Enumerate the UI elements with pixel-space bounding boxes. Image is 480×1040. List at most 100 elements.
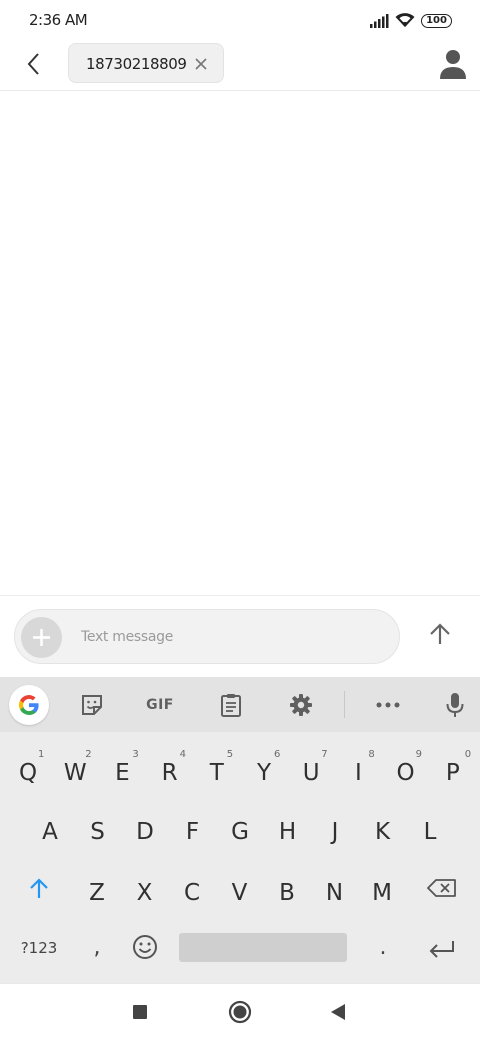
google-icon[interactable] <box>9 685 49 725</box>
comma-key[interactable]: , <box>80 929 114 967</box>
message-input[interactable]: Text message <box>14 609 400 664</box>
circle-glyph <box>228 1000 252 1024</box>
enter-key[interactable] <box>420 929 464 969</box>
key-label: J <box>331 819 339 845</box>
key-b[interactable]: B <box>267 866 307 920</box>
recipient-chip[interactable]: 18730218809 <box>68 43 224 83</box>
key-label: X <box>136 880 153 906</box>
key-label: F <box>185 819 200 845</box>
key-i[interactable]: I8 <box>338 746 378 800</box>
key-n[interactable]: N <box>315 866 355 920</box>
sticker-icon[interactable] <box>72 685 112 725</box>
toolbar-divider <box>344 691 345 718</box>
key-o[interactable]: O9 <box>386 746 426 800</box>
key-p[interactable]: P0 <box>433 746 473 800</box>
key-d[interactable]: D <box>125 805 165 859</box>
back-triangle-icon[interactable] <box>323 997 353 1027</box>
conversation-header: 18730218809 <box>0 40 480 91</box>
key-number-hint: 8 <box>368 749 375 760</box>
key-l[interactable]: L <box>410 805 450 859</box>
key-label: N <box>325 880 344 906</box>
microphone-glyph <box>446 693 464 717</box>
key-w[interactable]: W2 <box>55 746 95 800</box>
gear-glyph <box>290 694 312 716</box>
gear-icon[interactable] <box>281 685 321 725</box>
key-f[interactable]: F <box>173 805 213 859</box>
signal-icon <box>370 14 389 28</box>
key-number-hint: 3 <box>132 749 139 760</box>
gif-button[interactable]: GIF <box>140 685 180 725</box>
key-label: M <box>372 880 392 906</box>
key-a[interactable]: A <box>30 805 70 859</box>
status-bar: 2:36 AM 100 <box>0 0 480 40</box>
key-u[interactable]: U7 <box>291 746 331 800</box>
message-placeholder: Text message <box>81 629 174 645</box>
period-key[interactable]: . <box>366 929 400 967</box>
key-z[interactable]: Z <box>77 866 117 920</box>
key-v[interactable]: V <box>220 866 260 920</box>
back-button[interactable] <box>16 46 52 82</box>
key-label: P <box>445 760 460 786</box>
status-time: 2:36 AM <box>29 11 88 29</box>
key-label: D <box>136 819 154 845</box>
more-dots-glyph <box>376 702 400 708</box>
microphone-icon[interactable] <box>435 685 475 725</box>
key-label: I <box>354 760 362 786</box>
key-g[interactable]: G <box>220 805 260 859</box>
key-number-hint: 6 <box>274 749 281 760</box>
key-label: E <box>115 760 130 786</box>
key-s[interactable]: S <box>78 805 118 859</box>
backspace-key[interactable] <box>420 868 464 908</box>
key-m[interactable]: M <box>362 866 402 920</box>
attach-button[interactable] <box>21 617 62 658</box>
recents-square-icon[interactable] <box>125 997 155 1027</box>
key-label: O <box>396 760 415 786</box>
person-icon[interactable] <box>438 48 468 80</box>
key-number-hint: 1 <box>38 749 45 760</box>
system-nav-bar <box>0 983 480 1040</box>
backspace-icon <box>427 879 456 897</box>
key-label: T <box>209 760 224 786</box>
key-number-hint: 9 <box>415 749 422 760</box>
key-r[interactable]: R4 <box>150 746 190 800</box>
google-g-icon <box>18 695 39 715</box>
enter-icon <box>429 941 454 958</box>
key-label: B <box>279 880 295 906</box>
key-label: C <box>183 880 201 906</box>
key-t[interactable]: T5 <box>197 746 237 800</box>
key-label: U <box>302 760 320 786</box>
battery-level: 100 <box>426 15 447 26</box>
compose-divider <box>0 595 480 596</box>
keyboard-toolbar: GIF <box>0 677 480 732</box>
shift-key[interactable] <box>19 868 59 908</box>
close-icon[interactable] <box>193 56 209 72</box>
key-x[interactable]: X <box>125 866 165 920</box>
key-j[interactable]: J <box>315 805 355 859</box>
emoji-icon <box>133 935 157 959</box>
key-label: V <box>231 880 248 906</box>
sticker-glyph <box>82 695 102 715</box>
key-label: W <box>63 760 87 786</box>
key-label: L <box>423 819 437 845</box>
key-c[interactable]: C <box>172 866 212 920</box>
symbols-key[interactable]: ?123 <box>14 929 64 967</box>
key-h[interactable]: H <box>268 805 308 859</box>
emoji-key[interactable] <box>126 928 164 966</box>
shift-arrow-icon <box>30 878 48 898</box>
more-icon[interactable] <box>368 685 408 725</box>
key-label: Y <box>256 760 272 786</box>
key-label: S <box>90 819 105 845</box>
send-button[interactable] <box>420 614 460 654</box>
clipboard-icon[interactable] <box>211 685 251 725</box>
gif-label: GIF <box>146 697 174 713</box>
key-q[interactable]: Q1 <box>8 746 48 800</box>
arrow-up-icon <box>430 623 450 644</box>
key-e[interactable]: E3 <box>102 746 142 800</box>
home-circle-icon[interactable] <box>225 997 255 1027</box>
square-glyph <box>133 1005 147 1019</box>
space-key[interactable] <box>179 933 347 962</box>
key-y[interactable]: Y6 <box>244 746 284 800</box>
key-label: K <box>374 819 391 845</box>
key-k[interactable]: K <box>363 805 403 859</box>
key-label: A <box>42 819 58 845</box>
